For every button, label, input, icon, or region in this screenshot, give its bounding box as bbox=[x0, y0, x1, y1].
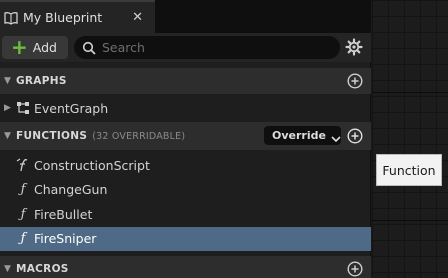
book-icon bbox=[3, 10, 19, 26]
search-icon bbox=[82, 41, 96, 55]
section-title: MACROS bbox=[16, 263, 69, 275]
tab-bar: My Blueprint ✕ bbox=[0, 0, 370, 33]
search-input[interactable] bbox=[102, 40, 322, 55]
function-icon: ƒ bbox=[20, 231, 26, 247]
list-item-label: ConstructionScript bbox=[34, 157, 150, 173]
add-button-label: Add bbox=[32, 40, 57, 55]
list-item-label: ChangeGun bbox=[34, 182, 108, 198]
graph-canvas[interactable] bbox=[372, 0, 448, 278]
add-function-icon[interactable] bbox=[347, 128, 363, 144]
chevron-down-icon bbox=[331, 132, 341, 142]
section-subtitle: (32 OVERRIDABLE) bbox=[92, 130, 186, 142]
override-dropdown[interactable]: Override bbox=[264, 126, 341, 145]
function-icon: ƒ bbox=[20, 206, 26, 222]
construction-function-icon bbox=[15, 157, 31, 173]
tab-my-blueprint[interactable]: My Blueprint ✕ bbox=[0, 0, 155, 33]
add-button[interactable]: + Add bbox=[2, 36, 68, 59]
toolbar: + Add bbox=[0, 33, 371, 62]
tooltip: Function bbox=[376, 154, 442, 186]
section-graphs[interactable]: ▼ GRAPHS bbox=[0, 68, 371, 94]
list-item-constructionscript[interactable]: ConstructionScript bbox=[0, 153, 371, 178]
grid-line bbox=[372, 220, 448, 221]
caret-right-icon[interactable]: ▶ bbox=[4, 103, 14, 113]
blueprint-list: ▼ GRAPHS ▶ EventGraph ▼ FUNCTIONS (32 OV… bbox=[0, 68, 371, 278]
tooltip-text: Function bbox=[382, 162, 436, 178]
section-title: GRAPHS bbox=[16, 75, 67, 87]
list-item-label: EventGraph bbox=[34, 100, 109, 116]
caret-down-icon: ▼ bbox=[4, 76, 11, 86]
list-item-label: FireBullet bbox=[34, 206, 93, 222]
list-item-firesniper[interactable]: ƒ FireSniper bbox=[0, 226, 371, 251]
tab-title: My Blueprint bbox=[23, 10, 103, 25]
caret-down-icon: ▼ bbox=[4, 131, 11, 141]
list-item-firebullet[interactable]: ƒ FireBullet bbox=[0, 202, 371, 227]
gear-icon[interactable] bbox=[345, 38, 363, 56]
section-title: FUNCTIONS bbox=[16, 130, 88, 142]
plus-icon: + bbox=[11, 34, 28, 59]
caret-down-icon: ▼ bbox=[4, 264, 11, 274]
add-graph-icon[interactable] bbox=[347, 73, 363, 89]
list-item-eventgraph[interactable]: ▶ EventGraph bbox=[0, 94, 371, 122]
event-graph-icon bbox=[15, 100, 31, 116]
override-label: Override bbox=[272, 129, 326, 142]
list-item-changegun[interactable]: ƒ ChangeGun bbox=[0, 178, 371, 203]
search-box[interactable] bbox=[74, 36, 340, 59]
close-icon[interactable]: ✕ bbox=[132, 10, 143, 25]
list-item-label: FireSniper bbox=[34, 231, 97, 247]
add-macro-icon[interactable] bbox=[347, 261, 363, 277]
section-macros[interactable]: ▼ MACROS bbox=[0, 256, 371, 278]
grid-line bbox=[372, 92, 448, 93]
section-functions[interactable]: ▼ FUNCTIONS (32 OVERRIDABLE) Override bbox=[0, 122, 371, 150]
function-icon: ƒ bbox=[20, 182, 26, 198]
my-blueprint-panel: My Blueprint ✕ + Add Search ▼ GRAPHS ▶ E… bbox=[0, 0, 371, 278]
